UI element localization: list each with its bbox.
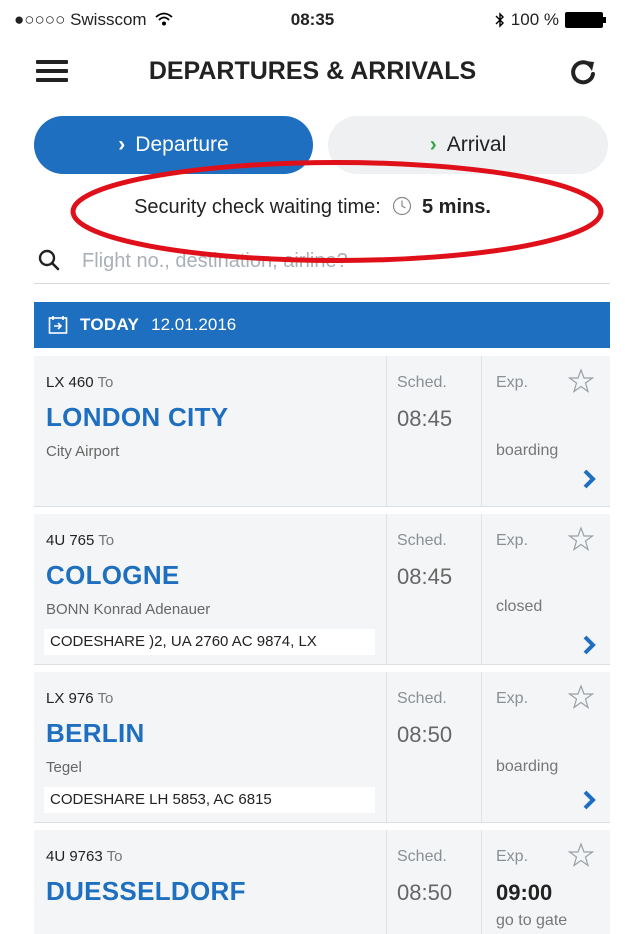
scheduled-column: Sched. 08:50 <box>386 830 482 934</box>
exp-time: 09:00 <box>496 880 553 905</box>
exp-header: Exp. <box>496 848 529 865</box>
exp-header: Exp. <box>496 690 529 707</box>
flight-info: LX 460 To LONDON CITY City Airport <box>34 356 386 506</box>
flight-info: 4U 765 To COLOGNE BONN Konrad Adenauer C… <box>34 514 386 664</box>
sched-time: 08:50 <box>397 880 453 905</box>
status-bar: ●○○○○ Swisscom 08:35 100 % <box>0 0 625 40</box>
chevron-right-icon: › <box>429 133 437 156</box>
calendar-icon <box>48 316 68 334</box>
exp-header: Exp. <box>496 374 529 391</box>
destination: DUESSELDORF <box>46 876 246 906</box>
chevron-right-icon: › <box>118 133 126 156</box>
star-icon[interactable] <box>568 842 594 868</box>
destination: BERLIN <box>46 718 145 748</box>
airport-name: City Airport <box>46 443 120 460</box>
airport-name: BONN Konrad Adenauer <box>46 601 211 618</box>
flight-status: go to gate <box>496 912 568 929</box>
star-icon[interactable] <box>568 526 594 552</box>
date-header: TODAY 12.01.2016 <box>34 302 610 348</box>
flight-card[interactable]: 4U 765 To COLOGNE BONN Konrad Adenauer C… <box>34 514 610 665</box>
sched-time: 08:50 <box>397 722 453 747</box>
flight-info: LX 976 To BERLIN Tegel CODESHARE LH 5853… <box>34 672 386 822</box>
battery-percent: 100 % <box>510 10 559 29</box>
star-icon[interactable] <box>568 684 594 710</box>
star-icon[interactable] <box>568 368 594 394</box>
scheduled-column: Sched. 08:50 <box>386 672 482 822</box>
destination: LONDON CITY <box>46 402 229 432</box>
codeshare-info: CODESHARE )2, UA 2760 AC 9874, LX <box>44 629 375 655</box>
page-title: DEPARTURES & ARRIVALS <box>148 57 477 85</box>
nav-bar: DEPARTURES & ARRIVALS <box>0 40 625 102</box>
flight-number: 4U 9763 To <box>46 848 123 865</box>
exp-header: Exp. <box>496 532 529 549</box>
flight-number: LX 976 To <box>46 690 114 707</box>
sched-header: Sched. <box>397 374 447 391</box>
flight-status: boarding <box>496 442 559 459</box>
destination: COLOGNE <box>46 560 180 590</box>
flight-number: LX 460 To <box>46 374 114 391</box>
chevron-right-icon[interactable] <box>582 634 596 656</box>
date-value: 12.01.2016 <box>151 315 237 334</box>
bluetooth-icon <box>495 12 504 28</box>
flight-info: 4U 9763 To DUESSELDORF <box>34 830 386 934</box>
highlight-oval <box>70 160 604 263</box>
codeshare-info: CODESHARE LH 5853, AC 6815 <box>44 787 375 813</box>
flight-card[interactable]: LX 460 To LONDON CITY City Airport Sched… <box>34 356 610 507</box>
refresh-icon[interactable] <box>563 52 603 92</box>
battery-status: 100 % <box>495 10 606 30</box>
sched-time: 08:45 <box>397 564 453 589</box>
sched-header: Sched. <box>397 532 447 549</box>
flight-card[interactable]: 4U 9763 To DUESSELDORF Sched. 08:50 Exp.… <box>34 830 610 934</box>
search-icon <box>38 249 60 271</box>
chevron-right-icon[interactable] <box>582 468 596 490</box>
tab-arrival-label: Arrival <box>446 133 507 156</box>
sched-header: Sched. <box>397 690 447 707</box>
airport-name: Tegel <box>46 759 82 776</box>
scheduled-column: Sched. 08:45 <box>386 514 482 664</box>
sched-time: 08:45 <box>397 406 453 431</box>
battery-icon <box>565 12 606 28</box>
tab-departure-label: Departure <box>135 133 229 156</box>
flight-number: 4U 765 To <box>46 532 115 549</box>
chevron-right-icon[interactable] <box>582 789 596 811</box>
sched-header: Sched. <box>397 848 447 865</box>
flight-card[interactable]: LX 976 To BERLIN Tegel CODESHARE LH 5853… <box>34 672 610 823</box>
flight-status: closed <box>496 598 543 615</box>
scheduled-column: Sched. 08:45 <box>386 356 482 506</box>
flight-status: boarding <box>496 758 559 775</box>
today-label: TODAY <box>80 315 140 334</box>
